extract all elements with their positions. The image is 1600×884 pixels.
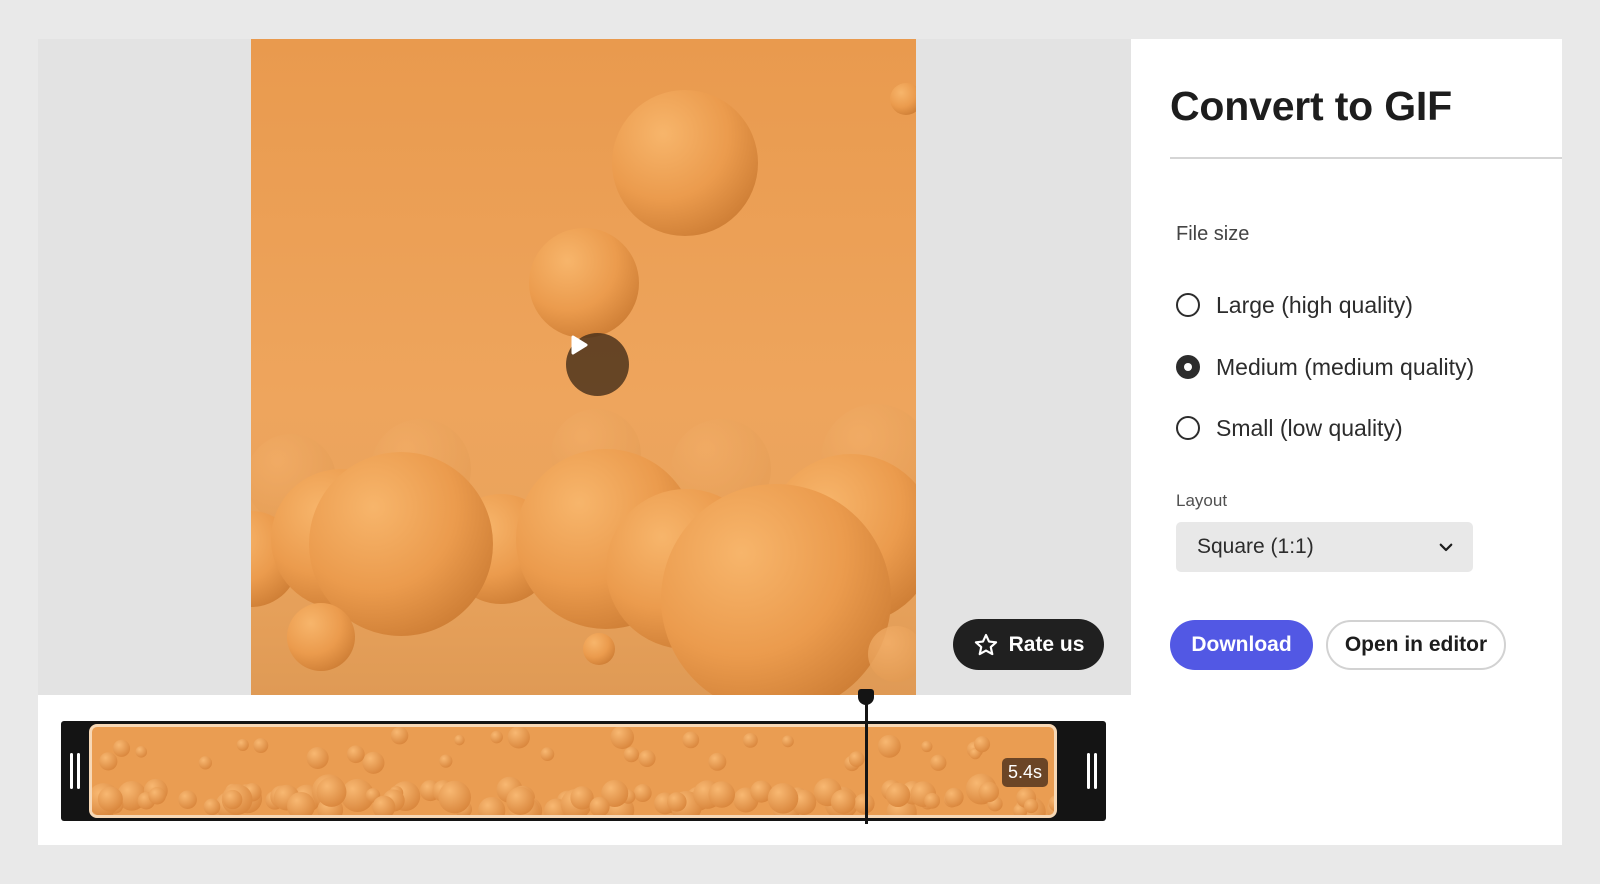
trim-end-handle[interactable]: [1078, 721, 1106, 821]
radio-large[interactable]: Large (high quality): [1176, 288, 1413, 322]
timeline[interactable]: 5.4s: [61, 721, 1106, 821]
layout-label: Layout: [1176, 491, 1228, 510]
file-size-label: File size: [1176, 223, 1250, 245]
rate-us-label: Rate us: [1008, 632, 1085, 656]
radio-button[interactable]: [1176, 293, 1200, 317]
radio-medium[interactable]: Medium (medium quality): [1176, 350, 1474, 384]
grip-icon: [70, 753, 73, 789]
duration-badge: 5.4s: [1001, 758, 1048, 787]
open-in-editor-button[interactable]: Open in editor: [1326, 620, 1506, 670]
playhead-line: [865, 700, 868, 824]
page-title: Convert to GIF: [1170, 83, 1452, 129]
preview-area: Rate us: [38, 39, 1131, 695]
filmstrip[interactable]: 5.4s: [89, 724, 1057, 818]
radio-button[interactable]: [1176, 355, 1200, 379]
trim-start-handle[interactable]: [61, 721, 89, 821]
star-icon: [974, 633, 997, 655]
layout-selected-value: Square (1:1): [1197, 535, 1314, 558]
play-icon: [571, 335, 588, 355]
playhead-handle[interactable]: [858, 689, 874, 705]
radio-label: Medium (medium quality): [1216, 353, 1475, 380]
download-button[interactable]: Download: [1170, 620, 1313, 670]
radio-small[interactable]: Small (low quality): [1176, 411, 1403, 445]
filmstrip-frames: [92, 727, 1054, 815]
radio-button[interactable]: [1176, 416, 1200, 440]
video-preview[interactable]: [251, 39, 916, 695]
radio-label: Large (high quality): [1216, 291, 1413, 318]
grip-icon: [1087, 753, 1090, 789]
divider: [1170, 157, 1562, 159]
chevron-down-icon: [1439, 543, 1453, 552]
radio-label: Small (low quality): [1216, 414, 1403, 441]
layout-dropdown[interactable]: Square (1:1): [1176, 522, 1473, 572]
play-button[interactable]: [566, 333, 629, 396]
rate-us-button[interactable]: Rate us: [953, 619, 1104, 670]
side-panel: Convert to GIF File size Large (high qua…: [1170, 39, 1562, 845]
gif-converter-app: Rate us 5.4s Convert to GIF File size La…: [38, 39, 1562, 845]
